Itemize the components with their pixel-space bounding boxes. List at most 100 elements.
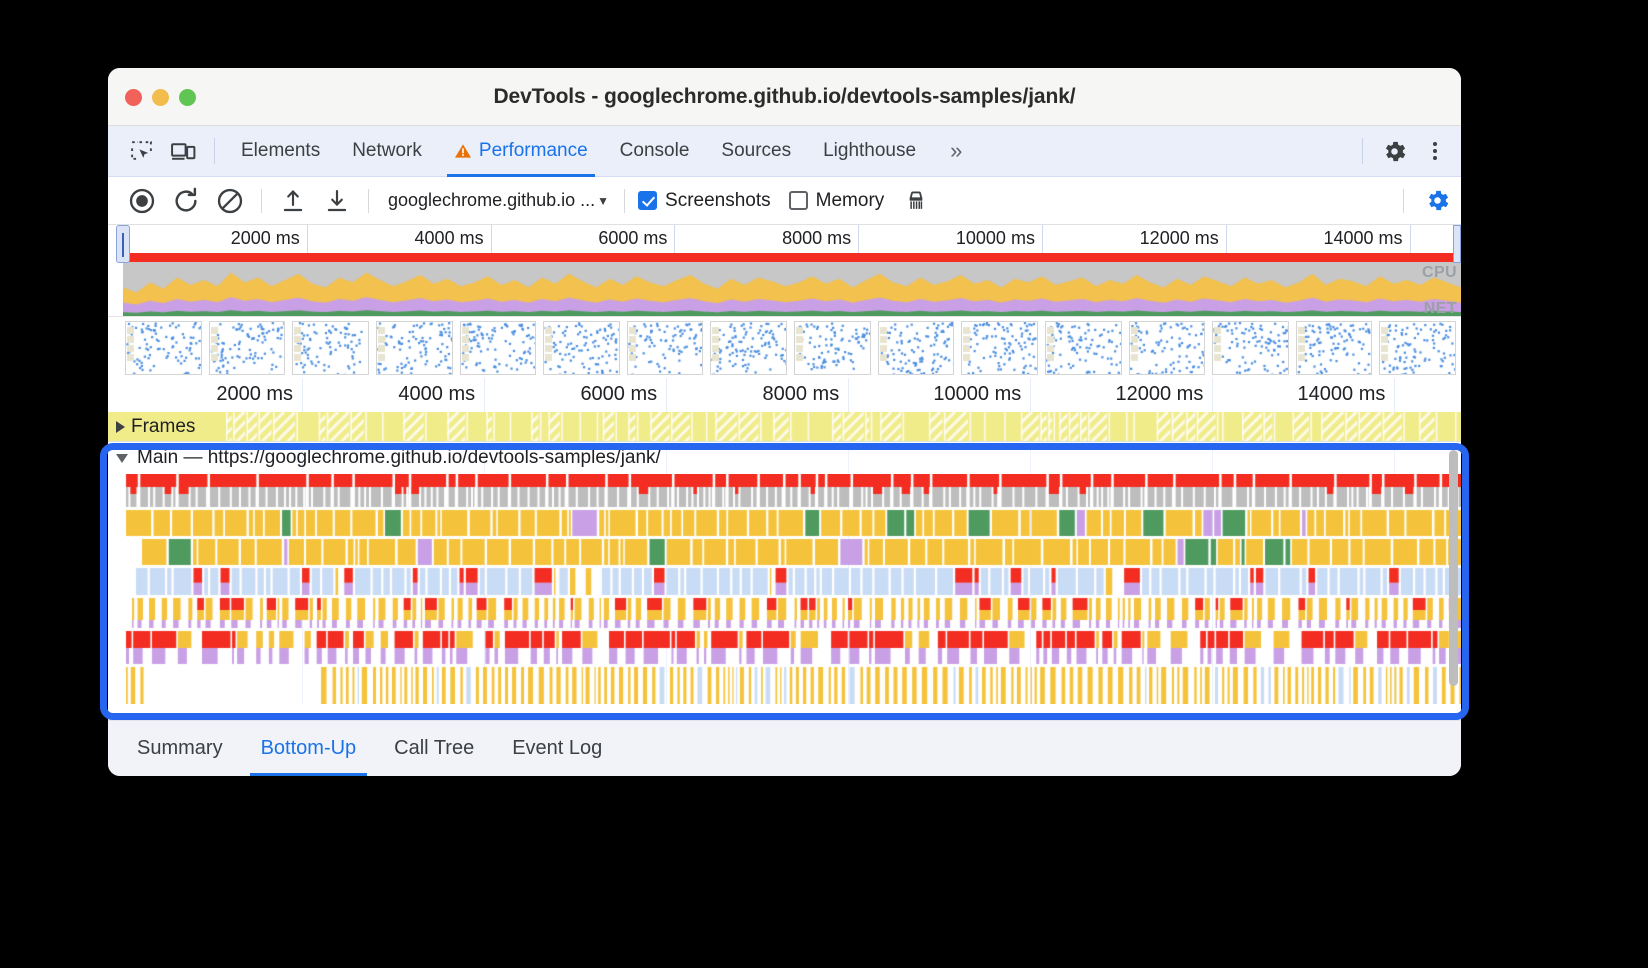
filmstrip-thumbnail[interactable] [961, 321, 1038, 375]
flame-chart-scrollbar[interactable] [1448, 442, 1459, 704]
flame-chart-scrollbar-thumb[interactable] [1449, 450, 1458, 686]
tab-console[interactable]: Console [604, 126, 706, 177]
filmstrip-thumbnail[interactable] [292, 321, 369, 375]
flame-ruler-tick [1212, 378, 1214, 412]
filmstrip-thumbnail-image [711, 322, 787, 374]
screenshots-label: Screenshots [665, 189, 771, 211]
filmstrip-thumbnail-image [209, 322, 285, 374]
target-url-value: googlechrome.github.io ... [388, 190, 596, 210]
overview-ruler-label: 4000 ms [414, 228, 484, 248]
window-traffic-lights [125, 89, 196, 106]
frames-track-header[interactable]: Frames [116, 412, 201, 441]
inspect-element-icon[interactable] [120, 126, 162, 177]
tab-sources[interactable]: Sources [705, 126, 807, 177]
filmstrip-thumbnail[interactable] [794, 321, 871, 375]
overview-ruler-tick [674, 225, 676, 253]
overview-ruler-label: 14000 ms [1323, 228, 1403, 248]
main-track-header[interactable]: Main — https://googlechrome.github.io/de… [108, 442, 1461, 474]
perfbar-divider-2 [368, 188, 369, 213]
reload-and-record-button[interactable] [164, 177, 208, 225]
tab-bottom-up[interactable]: Bottom-Up [242, 721, 376, 776]
perfbar-right-group [1394, 177, 1461, 225]
overview-long-task-bar [123, 253, 1461, 262]
chevron-down-icon: ▼ [597, 193, 610, 208]
filmstrip-thumbnail-image [878, 322, 954, 374]
flame-ruler-tick [302, 378, 304, 412]
performance-toolbar: googlechrome.github.io ... ▼ Screenshots… [108, 177, 1461, 225]
filmstrip-thumbnail-image [1045, 322, 1121, 374]
filmstrip-thumbnail[interactable] [626, 321, 704, 375]
memory-label: Memory [815, 189, 885, 211]
flame-ruler-tick [1394, 378, 1396, 412]
overview-ruler: 2000 ms 4000 ms 6000 ms 8000 ms 10000 ms 1200… [108, 225, 1461, 253]
tab-console-label: Console [619, 140, 690, 161]
save-profile-icon[interactable] [315, 177, 359, 225]
tab-event-log[interactable]: Event Log [493, 721, 621, 776]
filmstrip-thumbnail[interactable] [877, 321, 955, 375]
tab-performance[interactable]: Performance [438, 126, 604, 177]
filmstrip-thumbnail[interactable] [459, 321, 537, 375]
tab-lighthouse[interactable]: Lighthouse [807, 126, 932, 177]
load-profile-icon[interactable] [271, 177, 315, 225]
filmstrip-thumbnail[interactable] [1044, 321, 1122, 375]
tab-bottom-up-label: Bottom-Up [260, 737, 357, 759]
main-track[interactable]: Main — https://googlechrome.github.io/de… [108, 442, 1461, 704]
overview-ruler-label: 12000 ms [1139, 228, 1219, 248]
timeline-overview[interactable]: 2000 ms 4000 ms 6000 ms 8000 ms 10000 ms 1200… [108, 225, 1461, 378]
filmstrip-thumbnail[interactable] [375, 321, 453, 375]
tab-elements[interactable]: Elements [225, 126, 336, 177]
collect-garbage-icon[interactable] [894, 177, 938, 225]
more-tabs-icon[interactable]: » [932, 138, 977, 164]
minimize-window-button[interactable] [152, 89, 169, 106]
cpu-usage-graph [123, 262, 1461, 316]
filmstrip-thumbnail-image [1380, 322, 1456, 374]
more-options-icon[interactable] [1415, 126, 1455, 177]
flame-ruler-label: 2000 ms [216, 383, 294, 405]
tab-network-label: Network [352, 140, 422, 161]
filmstrip-thumbnail[interactable] [125, 321, 202, 375]
filmstrip-thumbnail[interactable] [1295, 321, 1373, 375]
filmstrip-thumbnail[interactable] [543, 321, 620, 375]
tab-performance-label: Performance [478, 140, 588, 161]
window-title: DevTools - googlechrome.github.io/devtoo… [493, 84, 1076, 108]
filmstrip-thumbnail[interactable] [1128, 321, 1206, 375]
overview-ruler-tick [1225, 225, 1227, 253]
capture-settings-gear-icon[interactable] [1413, 177, 1461, 225]
tab-summary-label: Summary [137, 737, 223, 759]
expand-triangle-icon [116, 421, 125, 433]
net-graph-label: NET [1423, 300, 1457, 316]
perfbar-divider-3 [624, 188, 626, 213]
overview-ruler-tick [490, 225, 492, 253]
filmstrip-thumbnail[interactable] [208, 321, 286, 375]
flame-chart-canvas[interactable] [120, 474, 1461, 704]
overview-window-left-handle[interactable] [116, 225, 130, 263]
clear-button[interactable] [208, 177, 252, 225]
filmstrip-thumbnail[interactable] [1379, 321, 1456, 375]
screenshots-checkbox[interactable]: Screenshots [638, 190, 771, 212]
filmstrip-track[interactable] [108, 316, 1461, 378]
frames-track[interactable]: Frames [108, 412, 1461, 442]
tab-lighthouse-label: Lighthouse [823, 140, 917, 161]
flame-ruler-label: 8000 ms [762, 383, 840, 405]
close-window-button[interactable] [125, 89, 142, 106]
zoom-window-button[interactable] [179, 89, 196, 106]
filmstrip-thumbnail[interactable] [1212, 321, 1289, 375]
details-tabbar: Summary Bottom-Up Call Tree Event Log [108, 720, 1461, 776]
filmstrip-thumbnail-image [962, 322, 1037, 374]
overview-window-right-handle[interactable] [1453, 225, 1461, 263]
tab-call-tree[interactable]: Call Tree [375, 721, 493, 776]
frames-track-canvas [108, 412, 1461, 441]
tab-network[interactable]: Network [336, 126, 438, 177]
filmstrip-thumbnail[interactable] [710, 321, 787, 375]
device-toolbar-icon[interactable] [162, 126, 204, 177]
tab-elements-label: Elements [241, 140, 321, 161]
record-button[interactable] [120, 177, 164, 225]
tab-call-tree-label: Call Tree [394, 737, 475, 759]
target-url-select[interactable]: googlechrome.github.io ... ▼ [382, 190, 615, 211]
main-track-label: Main — https://googlechrome.github.io/de… [137, 447, 661, 468]
gear-icon[interactable] [1373, 126, 1415, 177]
filmstrip-thumbnail-image [460, 322, 536, 374]
memory-checkbox[interactable]: Memory [788, 189, 885, 212]
tab-summary[interactable]: Summary [118, 721, 242, 776]
filmstrip-thumbnail-image [1213, 322, 1288, 374]
